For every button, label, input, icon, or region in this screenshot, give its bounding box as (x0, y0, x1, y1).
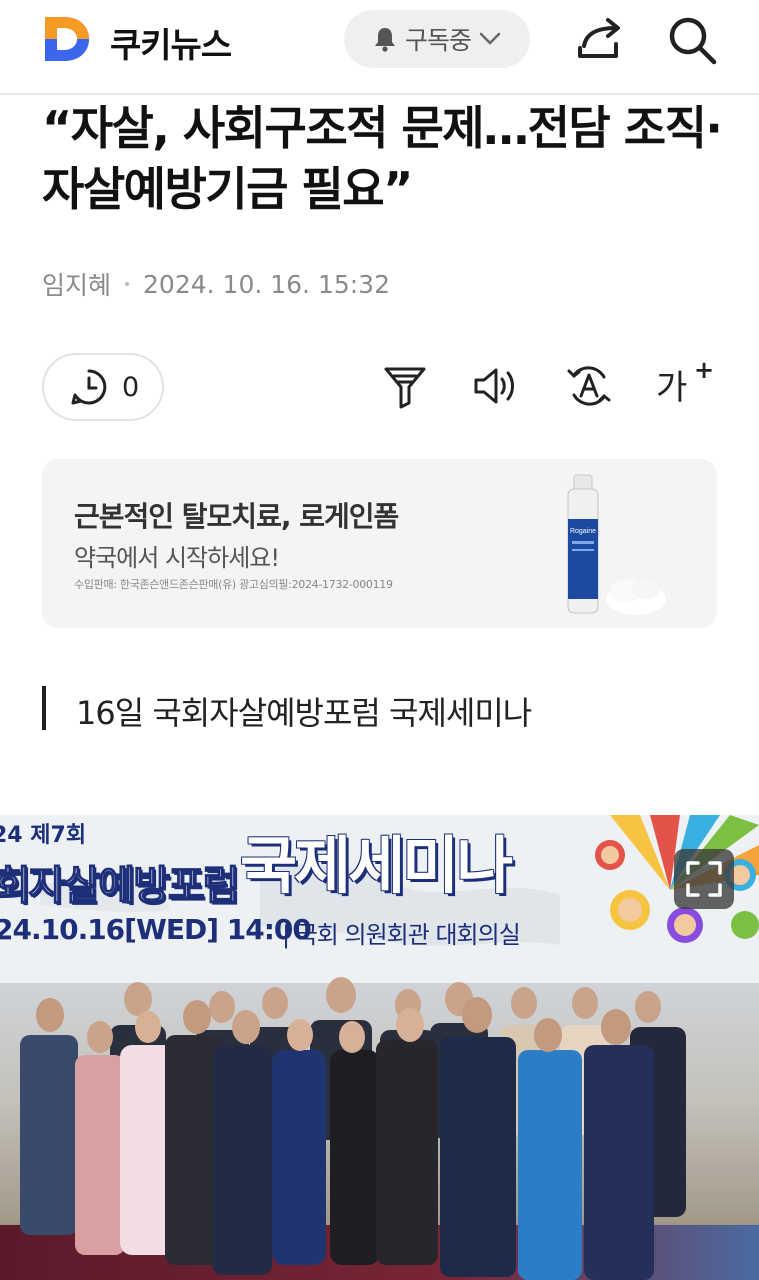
font-size-label: 가 (656, 368, 688, 408)
publish-date: 2024. 10. 16. 15:32 (143, 269, 390, 299)
plus-icon: + (694, 356, 715, 384)
subscribe-button[interactable]: 구독중 (344, 10, 530, 68)
subscribe-label: 구독중 (404, 26, 472, 55)
brand-logo[interactable] (42, 14, 92, 64)
top-bar: 쿠키뉴스 구독중 (0, 0, 759, 95)
translate-icon[interactable] (566, 363, 612, 409)
event-banner: 24 제7회 회자살예방포럼 국제세미나 24.10.16[WED] 14:00… (0, 815, 759, 983)
font-size-button[interactable]: 가 + (656, 356, 714, 408)
article-headline: “자살, 사회구조적 문제…전담 조직·자살예방기금 필요” (42, 101, 723, 216)
ad-fine-print: 수입판매: 한국존슨앤드존슨판매(유) 광고심의필:2024-1732-0001… (74, 578, 393, 591)
chevron-down-icon (479, 32, 501, 45)
summary-icon[interactable] (382, 363, 428, 409)
author-name[interactable]: 임지혜 (42, 266, 111, 302)
search-icon[interactable] (666, 14, 718, 66)
banner-title: 국제세미나 (240, 829, 513, 902)
article-meta: 임지혜 2024. 10. 16. 15:32 (42, 266, 390, 302)
ad-banner[interactable]: 근본적인 탈모치료, 로게인폼 약국에서 시작하세요! 수입판매: 한국존슨앤드… (42, 459, 717, 628)
comment-count: 0 (122, 371, 140, 403)
ad-title: 근본적인 탈모치료, 로게인폼 (74, 500, 399, 533)
fullscreen-icon[interactable] (674, 849, 734, 909)
banner-venue: | 국회 의원회관 대회의실 (282, 921, 521, 949)
subtitle-bar (42, 686, 46, 730)
article-subtitle: 16일 국회자살예방포럼 국제세미나 (76, 694, 532, 732)
product-image: Rogaine (567, 474, 666, 615)
svg-text:Rogaine: Rogaine (570, 528, 596, 535)
banner-forum-name: 회자살예방포럼 (0, 862, 240, 910)
share-icon[interactable] (576, 16, 626, 62)
audio-icon[interactable] (472, 363, 518, 409)
brand-name[interactable]: 쿠키뉴스 (110, 18, 232, 67)
clock-icon (71, 369, 107, 405)
meta-separator (125, 282, 130, 286)
comment-button[interactable]: 0 (42, 353, 164, 421)
bell-icon (374, 28, 395, 52)
banner-edition: 24 제7회 (0, 823, 87, 848)
article-photo[interactable]: 24 제7회 회자살예방포럼 국제세미나 24.10.16[WED] 14:00… (0, 815, 759, 1280)
banner-date: 24.10.16[WED] 14:00 (0, 913, 312, 946)
group-photo-people (20, 977, 686, 1280)
ad-subtitle: 약국에서 시작하세요! (74, 544, 280, 572)
